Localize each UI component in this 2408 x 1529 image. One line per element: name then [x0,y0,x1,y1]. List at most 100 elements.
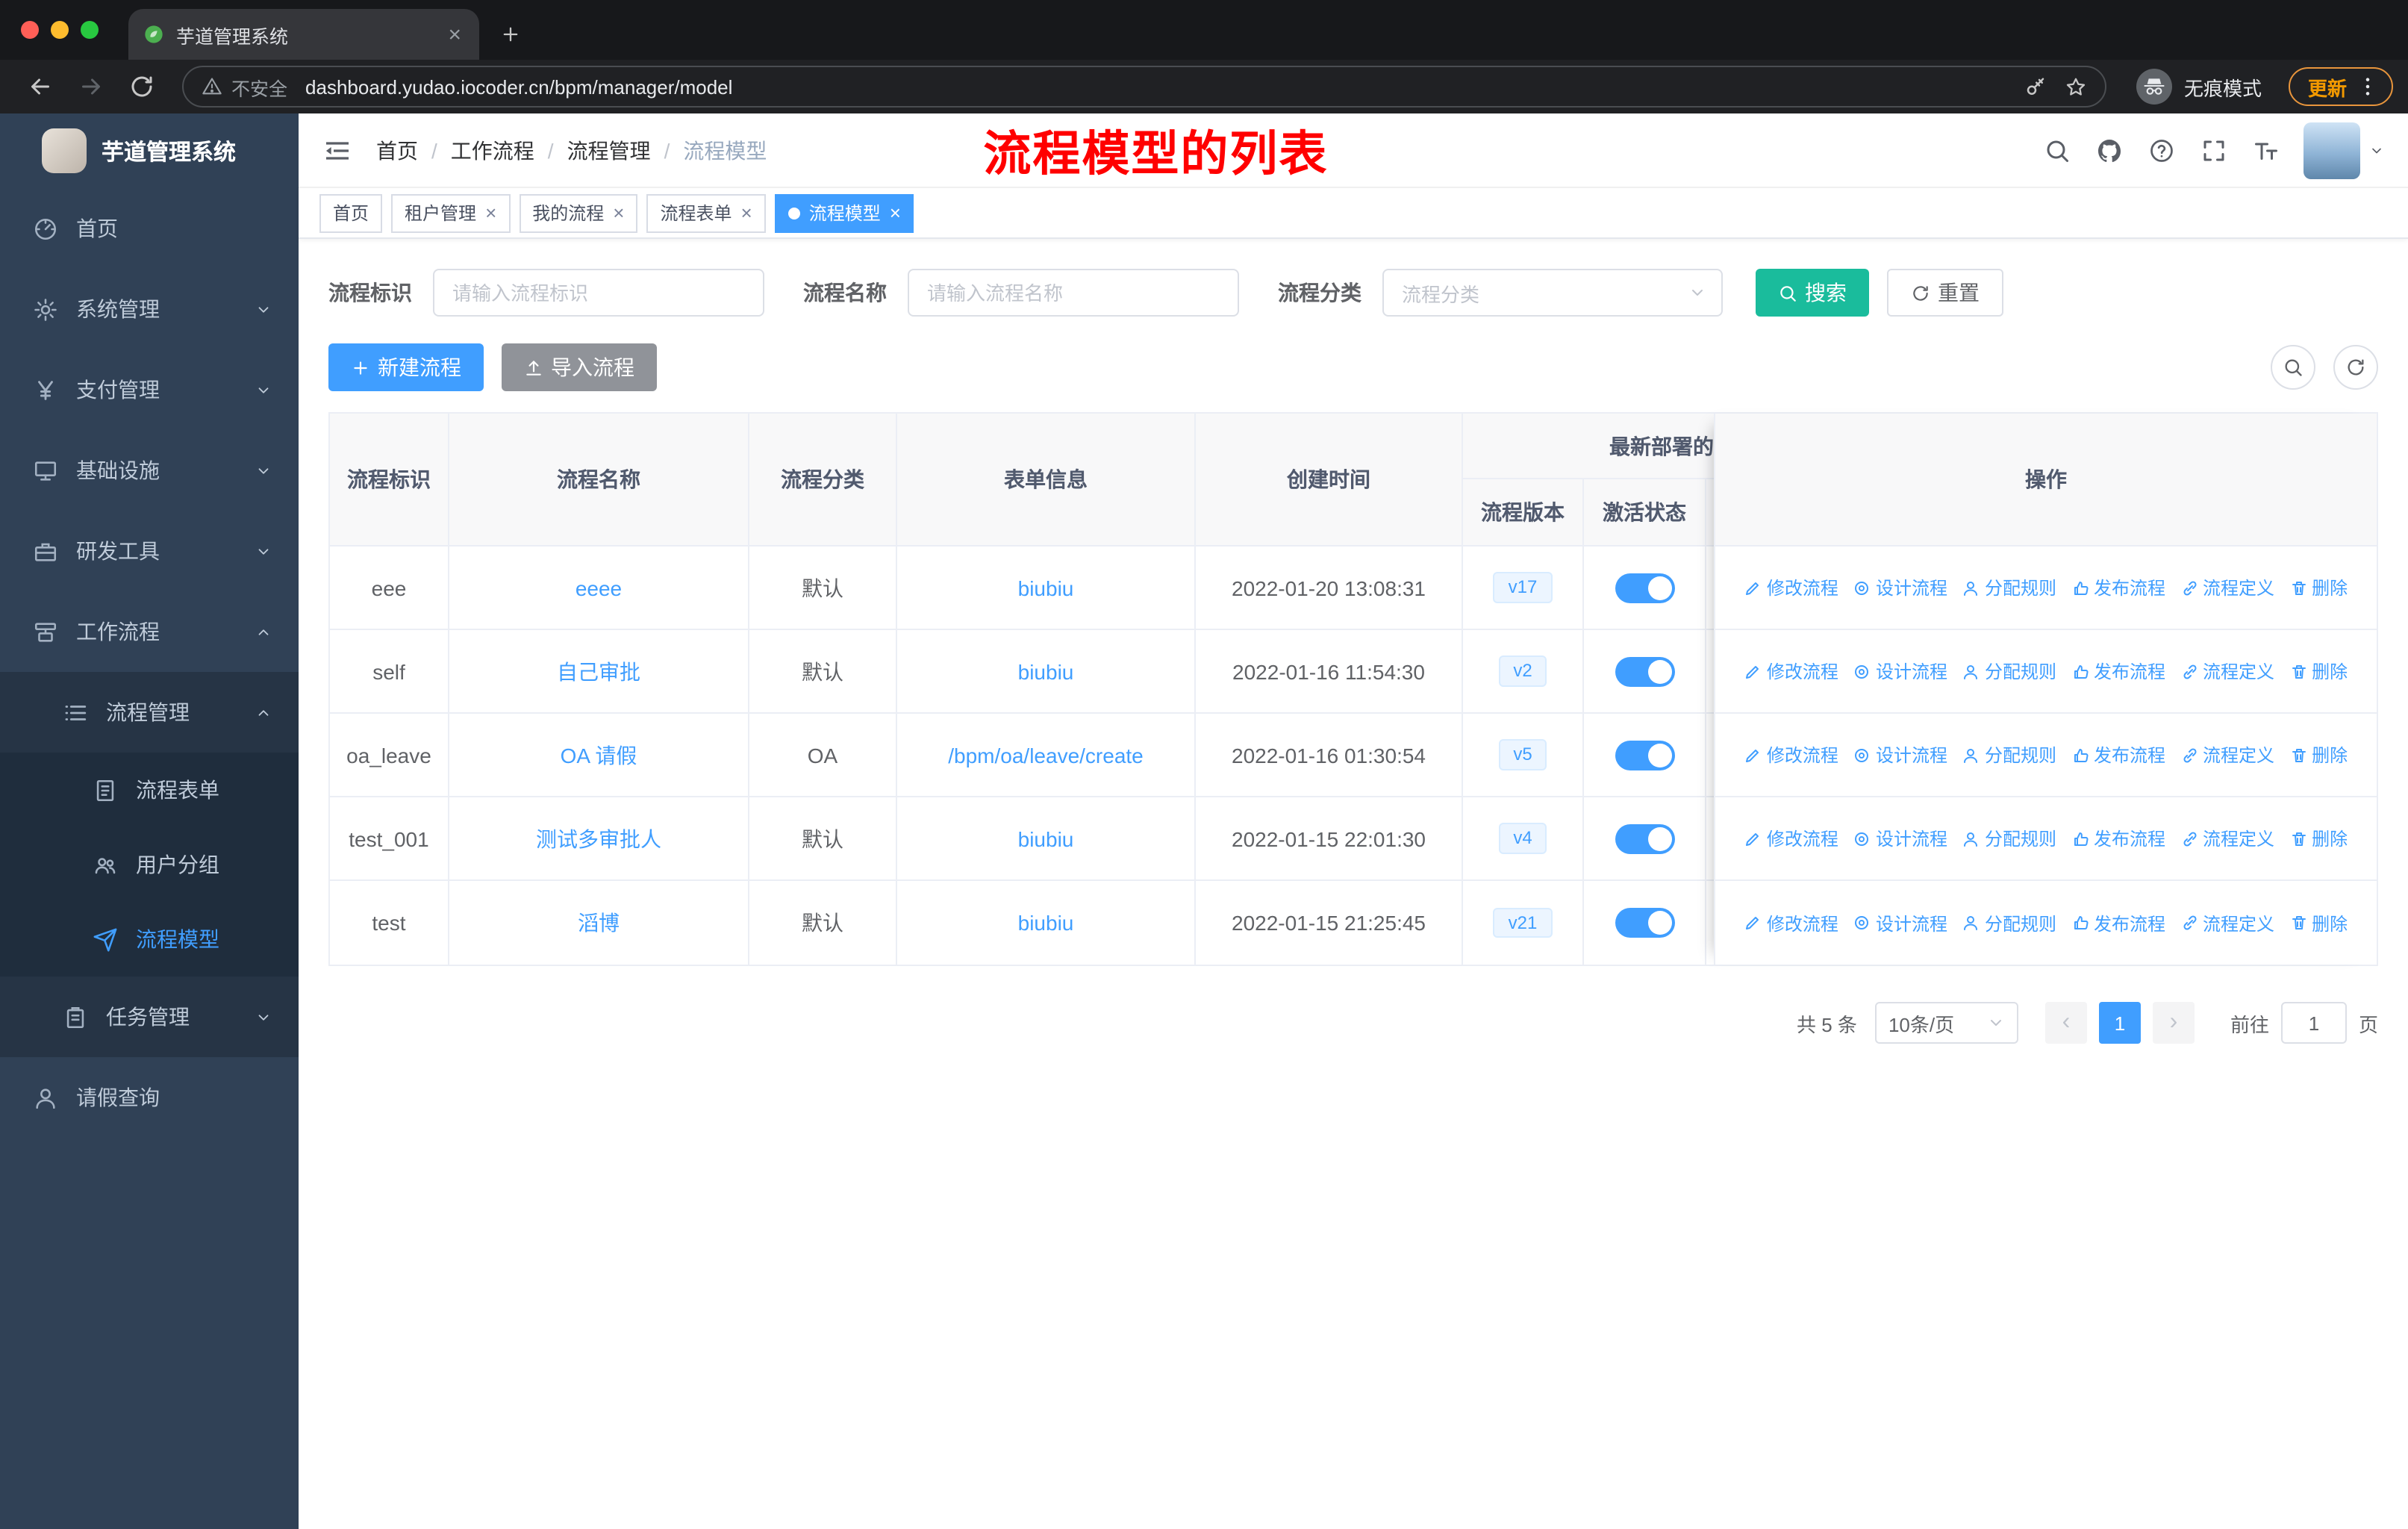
design-process-link[interactable]: 设计流程 [1853,742,1947,767]
process-name-input[interactable] [908,269,1239,317]
sidebar-item-devtools[interactable]: 研发工具 [0,511,299,591]
breadcrumb-item[interactable]: 工作流程 [451,135,534,165]
modify-process-link[interactable]: 修改流程 [1744,575,1838,600]
form-info-link[interactable]: biubiu [1018,911,1074,935]
process-name-link[interactable]: 滔博 [578,908,620,938]
delete-process-link[interactable]: 删除 [2289,658,2348,684]
sidebar-item-infra[interactable]: 基础设施 [0,430,299,511]
back-button[interactable] [27,73,54,100]
process-name-link[interactable]: eeee [576,576,622,600]
close-window-button[interactable] [21,21,39,39]
search-button[interactable]: 搜索 [1756,269,1869,317]
process-definition-link[interactable]: 流程定义 [2180,658,2274,684]
forward-button[interactable] [78,73,105,100]
sidebar-item-task-mgmt[interactable]: 任务管理 [0,977,299,1057]
design-process-link[interactable]: 设计流程 [1853,658,1947,684]
assign-rule-link[interactable]: 分配规则 [1962,575,2056,600]
search-icon[interactable] [2044,137,2071,164]
sidebar-item-system[interactable]: 系统管理 [0,269,299,349]
password-key-icon[interactable] [2024,75,2047,98]
goto-page-input[interactable] [2280,1002,2347,1044]
delete-process-link[interactable]: 删除 [2289,826,2348,851]
import-process-button[interactable]: 导入流程 [502,343,657,391]
sidebar-item-leave-query[interactable]: 请假查询 [0,1057,299,1138]
sidebar-item-workflow[interactable]: 工作流程 [0,591,299,672]
modify-process-link[interactable]: 修改流程 [1744,826,1838,851]
status-toggle[interactable] [1615,656,1674,686]
delete-process-link[interactable]: 删除 [2289,742,2348,767]
new-tab-button[interactable] [494,18,527,51]
modify-process-link[interactable]: 修改流程 [1744,742,1838,767]
security-label[interactable]: 不安全 [231,72,287,101]
sidebar-item-process-mgmt[interactable]: 流程管理 [0,672,299,753]
category-select[interactable]: 流程分类 [1382,269,1723,317]
form-info-link[interactable]: biubiu [1018,659,1074,683]
breadcrumb-item[interactable]: 首页 [376,135,418,165]
process-definition-link[interactable]: 流程定义 [2180,742,2274,767]
process-name-link[interactable]: 自己审批 [557,656,640,686]
tag-close-icon[interactable]: × [485,202,496,224]
assign-rule-link[interactable]: 分配规则 [1962,826,2056,851]
publish-process-link[interactable]: 发布流程 [2071,910,2165,935]
incognito-profile[interactable]: 无痕模式 [2136,69,2262,105]
user-avatar[interactable] [2303,122,2360,178]
url-text[interactable]: dashboard.yudao.iocoder.cn/bpm/manager/m… [305,75,2006,98]
publish-process-link[interactable]: 发布流程 [2071,658,2165,684]
zoom-window-button[interactable] [81,21,99,39]
publish-process-link[interactable]: 发布流程 [2071,826,2165,851]
tag-close-icon[interactable]: × [741,202,752,224]
status-toggle[interactable] [1615,573,1674,602]
form-info-link[interactable]: /bpm/oa/leave/create [948,743,1144,767]
refresh-table-button[interactable] [2333,345,2378,390]
breadcrumb-item[interactable]: 流程管理 [567,135,651,165]
modify-process-link[interactable]: 修改流程 [1744,910,1838,935]
status-toggle[interactable] [1615,740,1674,770]
status-toggle[interactable] [1615,823,1674,853]
next-page-button[interactable]: › [2152,1002,2195,1044]
publish-process-link[interactable]: 发布流程 [2071,575,2165,600]
help-icon[interactable] [2148,137,2175,164]
tag-process-form[interactable]: 流程表单 × [646,193,766,232]
sidebar-item-process-form[interactable]: 流程表单 [0,753,299,827]
security-warning-icon[interactable] [202,76,222,97]
form-info-link[interactable]: biubiu [1018,826,1074,850]
assign-rule-link[interactable]: 分配规则 [1962,742,2056,767]
sidebar-toggle-icon[interactable] [322,135,352,165]
process-name-link[interactable]: 测试多审批人 [536,823,661,853]
page-number-1[interactable]: 1 [2098,1002,2141,1044]
process-key-input[interactable] [433,269,764,317]
design-process-link[interactable]: 设计流程 [1853,910,1947,935]
delete-process-link[interactable]: 删除 [2289,910,2348,935]
process-name-link[interactable]: OA 请假 [561,740,637,770]
toggle-search-button[interactable] [2271,345,2315,390]
github-icon[interactable] [2096,137,2123,164]
minimize-window-button[interactable] [51,21,69,39]
tag-home[interactable]: 首页 [319,193,383,232]
sidebar-item-home[interactable]: 首页 [0,188,299,269]
modify-process-link[interactable]: 修改流程 [1744,658,1838,684]
design-process-link[interactable]: 设计流程 [1853,826,1947,851]
sidebar-item-user-group[interactable]: 用户分组 [0,827,299,902]
delete-process-link[interactable]: 删除 [2289,575,2348,600]
browser-tab[interactable]: 芋道管理系统 × [128,9,479,60]
update-button[interactable]: 更新 [2288,67,2393,106]
reload-button[interactable] [128,73,155,100]
design-process-link[interactable]: 设计流程 [1853,575,1947,600]
reset-button[interactable]: 重置 [1887,269,2003,317]
tag-close-icon[interactable]: × [613,202,624,224]
process-definition-link[interactable]: 流程定义 [2180,826,2274,851]
tag-my-process[interactable]: 我的流程 × [519,193,638,232]
tab-close-icon[interactable]: × [445,22,464,47]
process-definition-link[interactable]: 流程定义 [2180,910,2274,935]
page-size-select[interactable]: 10条/页 [1874,1002,2018,1044]
form-info-link[interactable]: biubiu [1018,576,1074,600]
prev-page-button[interactable]: ‹ [2044,1002,2087,1044]
sidebar-item-process-model[interactable]: 流程模型 [0,902,299,977]
assign-rule-link[interactable]: 分配规则 [1962,910,2056,935]
tag-process-model[interactable]: 流程模型 × [774,193,914,232]
assign-rule-link[interactable]: 分配规则 [1962,658,2056,684]
browser-menu-icon[interactable] [2356,75,2380,99]
publish-process-link[interactable]: 发布流程 [2071,742,2165,767]
bookmark-star-icon[interactable] [2065,75,2087,98]
fullscreen-icon[interactable] [2200,137,2227,164]
